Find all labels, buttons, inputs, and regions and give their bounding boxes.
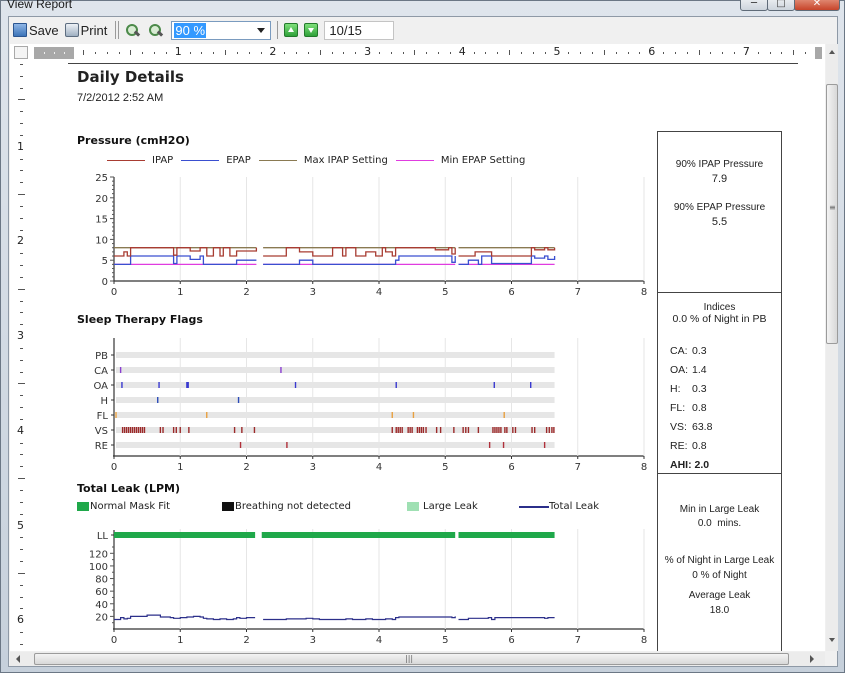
ipap-90-label: 90% IPAP Pressure: [675, 159, 764, 170]
index-label: OA:: [670, 364, 689, 376]
save-icon: [13, 23, 27, 37]
close-icon: ✕: [812, 0, 822, 9]
y-tick-label: 60: [95, 587, 108, 598]
minimize-button[interactable]: ─: [740, 0, 768, 11]
x-tick-label: 4: [376, 635, 382, 646]
x-tick-label: 2: [243, 635, 249, 646]
window-title: View Report: [7, 0, 73, 11]
pressure-stats-box: 90% IPAP Pressure 7.9 90% EPAP Pressure …: [657, 131, 782, 293]
index-value: 0.8: [692, 440, 707, 452]
scroll-right-icon[interactable]: [810, 655, 814, 663]
x-tick-label: 5: [442, 635, 448, 646]
x-tick-label: 1: [177, 635, 183, 646]
title-bar: View Report ─ □ ✕: [1, 0, 844, 15]
avg-leak-value: 18.0: [709, 605, 730, 616]
leak-stats-box: Min in Large Leak 0.0 mins. % of Night i…: [657, 473, 782, 651]
printer-icon: [64, 23, 79, 37]
ahi-label: AHI:: [670, 459, 692, 471]
index-row-oa: OA: 1.4: [670, 364, 707, 376]
index-value: 0.3: [692, 345, 707, 357]
report-viewer: Save Print 90 % 10/15 1 2 3 4 5 6 7 1 2 3 4 5 …: [8, 16, 838, 667]
index-label: VS:: [670, 421, 687, 433]
x-tick-label: 0: [111, 635, 117, 646]
ahi-value: 2.0: [694, 459, 710, 471]
index-value: 1.4: [692, 364, 707, 376]
x-tick-label: 8: [641, 635, 647, 646]
y-tick-label: 40: [95, 600, 108, 611]
scroll-left-icon[interactable]: [16, 655, 20, 663]
toolbar-separator: [277, 21, 279, 39]
index-label: CA:: [670, 345, 688, 357]
y-tick-label: 100: [89, 562, 108, 573]
zoom-out-icon[interactable]: [125, 23, 140, 38]
index-row-ca: CA: 0.3: [670, 345, 707, 357]
y-tick-label: 20: [95, 612, 108, 623]
report-page-viewport: 1234567 123456 Daily Details 7/2/2012 2:…: [10, 44, 825, 651]
y-tick-label: 120: [89, 549, 108, 560]
chevron-down-icon: [257, 27, 266, 33]
grip-icon: ≡: [829, 203, 836, 212]
index-label: H:: [670, 383, 681, 395]
minimize-icon: ─: [750, 0, 758, 9]
index-row-h: H: 0.3: [670, 383, 707, 395]
horizontal-scroll-thumb[interactable]: |||: [34, 653, 789, 665]
toolbar: Save Print 90 % 10/15: [9, 17, 837, 43]
print-button[interactable]: Print: [64, 22, 108, 38]
index-row-vs: VS: 63.8: [670, 421, 712, 433]
total-leak-line: [114, 614, 256, 621]
pct-large-leak-label: % of Night in Large Leak: [664, 555, 775, 566]
ahi-row: AHI: 2.0: [670, 459, 709, 471]
ipap-90-value: 7.9: [711, 173, 728, 185]
avg-leak-label: Average Leak: [688, 590, 751, 601]
maximize-button[interactable]: □: [767, 0, 795, 11]
scroll-up-icon[interactable]: [829, 50, 835, 54]
page-number-field[interactable]: 10/15: [324, 20, 395, 40]
index-value: 0.3: [692, 383, 707, 395]
index-label: RE:: [670, 440, 688, 452]
indices-title: Indices: [703, 302, 736, 313]
x-tick-label: 7: [575, 635, 581, 646]
index-value: 63.8: [692, 421, 713, 433]
window-controls: ─ □ ✕: [740, 0, 840, 11]
epap-90-label: 90% EPAP Pressure: [673, 202, 766, 213]
toolbar-separator: [115, 21, 120, 39]
vertical-scroll-thumb[interactable]: ≡: [826, 84, 838, 344]
save-button[interactable]: Save: [13, 23, 59, 38]
vertical-scrollbar[interactable]: ≡: [826, 44, 838, 651]
index-row-re: RE: 0.8: [670, 440, 707, 452]
save-label: Save: [29, 22, 59, 38]
next-page-button[interactable]: [304, 23, 319, 37]
mask-fit-bar: [114, 532, 256, 538]
pct-large-leak-value: 0 % of Night: [692, 570, 747, 581]
previous-page-button[interactable]: [284, 23, 299, 37]
zoom-in-icon[interactable]: [148, 23, 163, 38]
index-value: 0.8: [692, 402, 707, 414]
zoom-level-value: 90 %: [174, 22, 207, 38]
epap-90-value: 5.5: [711, 216, 728, 228]
x-tick-label: 6: [508, 635, 514, 646]
mask-fit-bar: [261, 532, 456, 538]
maximize-icon: □: [776, 0, 786, 9]
y-tick-label: 80: [95, 575, 108, 586]
pb-percent: 0.0 % of Night in PB: [672, 313, 767, 325]
print-label: Print: [80, 22, 108, 38]
horizontal-scrollbar[interactable]: |||: [10, 652, 825, 666]
total-leak-line: [458, 616, 555, 621]
close-button[interactable]: ✕: [794, 0, 840, 11]
grip-icon: |||: [405, 654, 414, 663]
zoom-level-select[interactable]: 90 %: [171, 20, 272, 40]
x-tick-label: 3: [310, 635, 316, 646]
total-leak-line: [263, 616, 456, 621]
index-row-fl: FL: 0.8: [670, 402, 707, 414]
report-window: View Report ─ □ ✕ Save Print 90 % 10/15 …: [0, 0, 845, 673]
mask-fit-bar: [458, 532, 555, 538]
indices-box: Indices 0.0 % of Night in PB CA: 0.3 OA: 1.…: [657, 292, 782, 474]
min-large-leak-value: 0.0 mins.: [697, 518, 742, 529]
min-large-leak-label: Min in Large Leak: [679, 504, 760, 515]
ll-band-label: LL: [97, 531, 109, 542]
index-label: FL:: [670, 402, 686, 414]
scroll-down-icon[interactable]: [829, 638, 835, 642]
